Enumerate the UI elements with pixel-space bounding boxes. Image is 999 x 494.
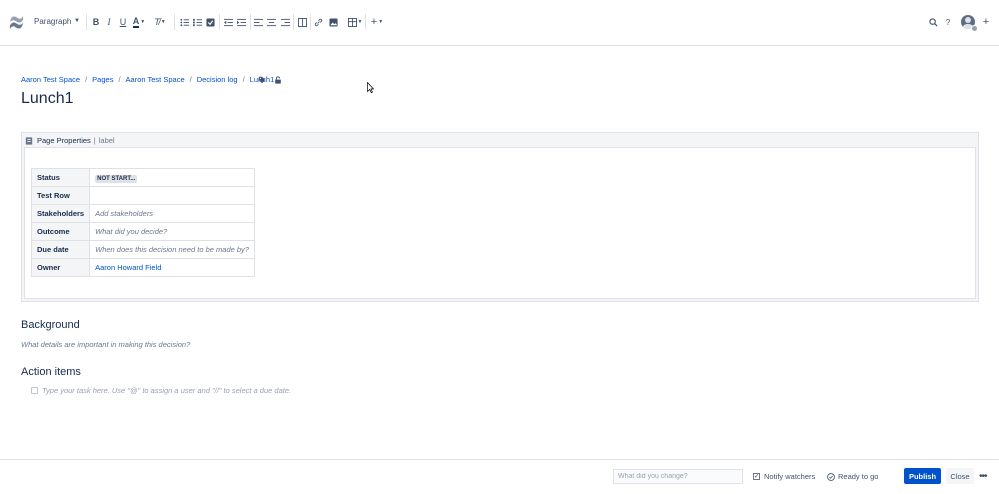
table-row: Owner Aaron Howard Field xyxy=(30,258,255,277)
toolbar-divider xyxy=(219,14,220,30)
page-title[interactable]: Lunch1 xyxy=(21,90,74,108)
link-icon[interactable] xyxy=(312,16,324,28)
action-items-heading[interactable]: Action items xyxy=(21,366,81,378)
property-key[interactable]: Outcome xyxy=(30,222,91,241)
underline-icon[interactable]: U xyxy=(117,16,129,28)
indent-icon[interactable] xyxy=(235,16,247,28)
change-comment-input[interactable] xyxy=(613,469,743,484)
image-icon[interactable] xyxy=(327,16,339,28)
check-circle-icon xyxy=(827,472,835,481)
align-right-icon[interactable] xyxy=(279,16,291,28)
property-key[interactable]: Due date xyxy=(30,240,91,259)
property-value[interactable]: When does this decision need to be made … xyxy=(89,240,255,259)
table-row: Due date When does this decision need to… xyxy=(30,240,255,259)
clear-formatting-icon[interactable]: T̸ ▼ xyxy=(152,16,168,28)
outdent-icon[interactable] xyxy=(222,16,234,28)
table-icon[interactable]: ▼ xyxy=(347,16,363,28)
insert-more-icon[interactable]: + ▼ xyxy=(369,16,385,28)
unlock-icon[interactable] xyxy=(274,76,282,84)
confluence-logo-icon[interactable] xyxy=(9,15,24,30)
macro-name: Page Properties xyxy=(37,136,91,145)
breadcrumb-item[interactable]: Aaron Test Space xyxy=(21,75,80,84)
italic-icon[interactable]: I xyxy=(103,16,115,28)
table-row: Stakeholders Add stakeholders xyxy=(30,204,255,223)
label-tag-icon[interactable] xyxy=(258,76,266,84)
bold-icon[interactable]: B xyxy=(90,16,102,28)
breadcrumb-separator: / xyxy=(189,75,192,84)
align-left-icon[interactable] xyxy=(252,16,264,28)
ready-label: Ready to go xyxy=(838,472,879,481)
page-layout-icon[interactable] xyxy=(296,16,308,28)
breadcrumb: Aaron Test Space / Pages / Aaron Test Sp… xyxy=(21,75,274,84)
property-value[interactable]: What did you decide? xyxy=(89,222,255,241)
text-color-icon[interactable]: A ▼ xyxy=(131,16,147,28)
add-icon[interactable]: + xyxy=(980,16,992,28)
macro-separator: | xyxy=(93,136,96,145)
paragraph-style-label: Paragraph xyxy=(34,17,72,26)
editor-footer: ✓ Notify watchers Ready to go Publish Cl… xyxy=(0,459,999,494)
table-row: Test Row xyxy=(30,186,255,205)
avatar-status-badge xyxy=(971,25,978,32)
bullet-list-icon[interactable] xyxy=(178,16,190,28)
notify-watchers-checkbox[interactable]: ✓ Notify watchers xyxy=(753,472,815,481)
paragraph-style-select[interactable]: Paragraph ▼ xyxy=(34,17,80,26)
breadcrumb-separator: / xyxy=(118,75,121,84)
close-button[interactable]: Close xyxy=(946,468,974,484)
macro-header: Page Properties | label xyxy=(25,136,115,145)
status-badge[interactable]: NOT START... xyxy=(95,174,138,183)
checkbox-checked-icon[interactable]: ✓ xyxy=(753,473,760,480)
property-key[interactable]: Test Row xyxy=(30,186,91,205)
ready-status[interactable]: Ready to go xyxy=(827,472,878,481)
owner-mention[interactable]: Aaron Howard Field xyxy=(89,258,255,277)
more-options-icon[interactable]: ••• xyxy=(979,471,987,482)
mouse-pointer-icon xyxy=(367,82,374,93)
help-icon[interactable]: ? xyxy=(942,16,954,28)
toolbar-divider xyxy=(310,14,311,30)
property-key[interactable]: Owner xyxy=(30,258,91,277)
toolbar-divider xyxy=(86,14,87,30)
task-item[interactable]: Type your task here. Use "@" to assign a… xyxy=(31,386,291,395)
toolbar-divider xyxy=(365,14,366,30)
macro-body: Status NOT START... Test Row Stakeholder… xyxy=(24,147,976,299)
property-key[interactable]: Stakeholders xyxy=(30,204,91,223)
background-placeholder[interactable]: What details are important in making thi… xyxy=(21,340,190,349)
page-properties-macro[interactable]: Page Properties | label Status NOT START… xyxy=(21,132,979,302)
table-row: Outcome What did you decide? xyxy=(30,222,255,241)
chevron-down-icon: ▼ xyxy=(74,18,80,24)
breadcrumb-separator: / xyxy=(85,75,88,84)
toolbar-divider xyxy=(293,14,294,30)
numbered-list-icon[interactable] xyxy=(191,16,203,28)
task-checkbox[interactable] xyxy=(31,387,38,394)
macro-label: label xyxy=(98,136,115,145)
breadcrumb-item[interactable]: Aaron Test Space xyxy=(126,75,185,84)
table-row: Status NOT START... xyxy=(30,168,255,187)
toolbar-divider xyxy=(250,14,251,30)
page-properties-icon xyxy=(25,136,33,145)
breadcrumb-item[interactable]: Pages xyxy=(92,75,113,84)
notify-watchers-label: Notify watchers xyxy=(764,472,816,481)
breadcrumb-item[interactable]: Decision log xyxy=(197,75,238,84)
task-placeholder[interactable]: Type your task here. Use "@" to assign a… xyxy=(42,386,291,395)
search-icon[interactable] xyxy=(927,16,939,28)
task-list-icon[interactable] xyxy=(204,16,216,28)
background-heading[interactable]: Background xyxy=(21,319,80,331)
breadcrumb-separator: / xyxy=(242,75,245,84)
property-value[interactable] xyxy=(89,186,255,205)
properties-table: Status NOT START... Test Row Stakeholder… xyxy=(30,168,255,277)
align-center-icon[interactable] xyxy=(265,16,277,28)
editor-toolbar: Paragraph ▼ B I U A ▼ T̸ ▼ ▼ + ▼ ? + xyxy=(0,0,999,46)
toolbar-divider xyxy=(174,14,175,30)
property-key[interactable]: Status xyxy=(30,168,91,187)
publish-button[interactable]: Publish xyxy=(904,468,941,484)
property-value[interactable]: NOT START... xyxy=(89,168,255,187)
property-value[interactable]: Add stakeholders xyxy=(89,204,255,223)
